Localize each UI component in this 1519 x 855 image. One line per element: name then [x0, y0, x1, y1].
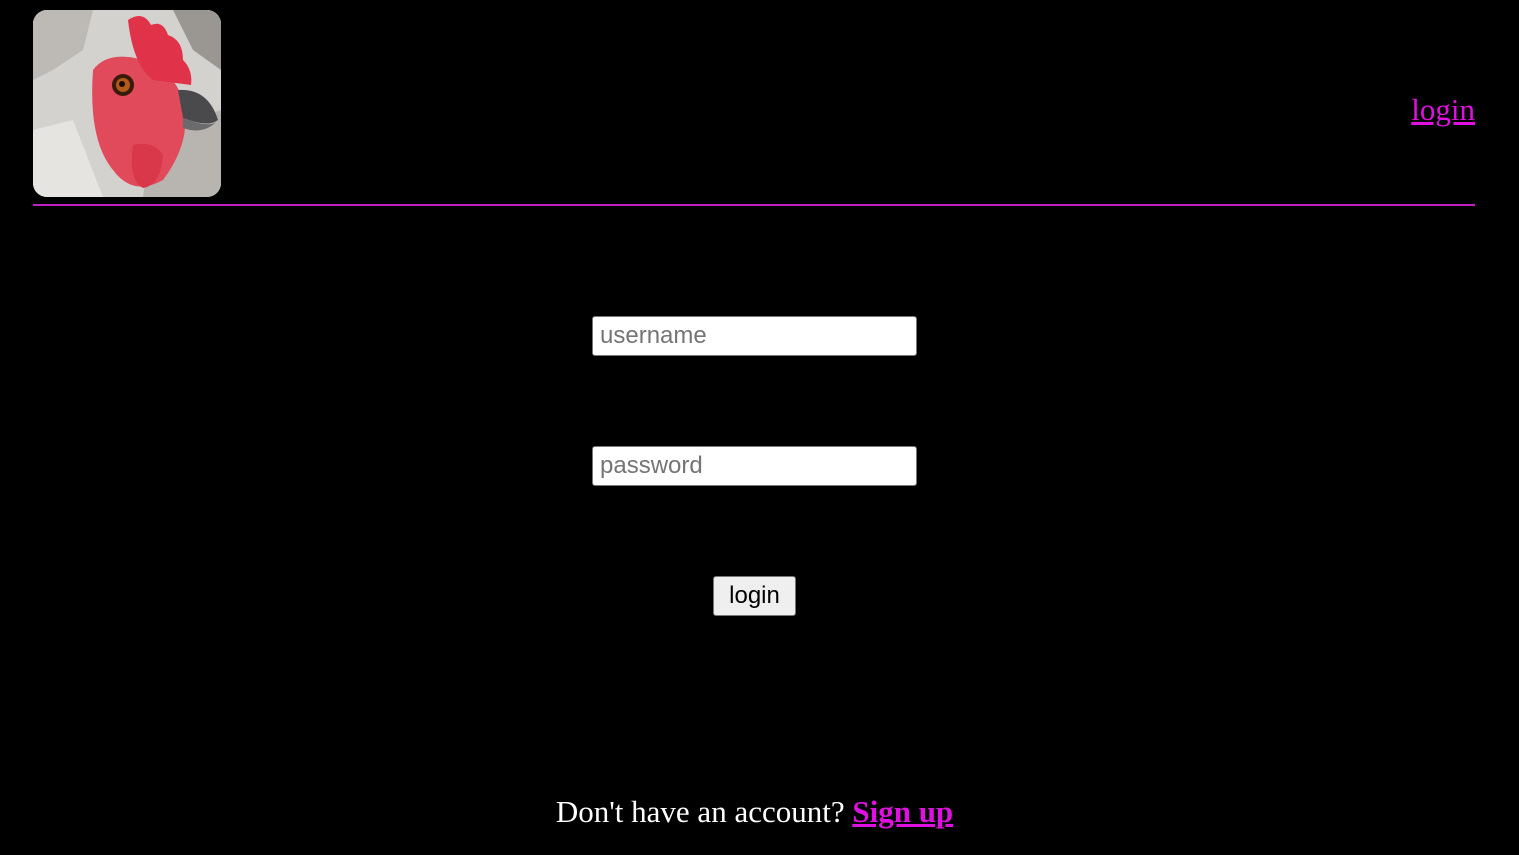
nav-login-link[interactable]: login — [1411, 92, 1475, 128]
signup-link[interactable]: Sign up — [852, 794, 953, 829]
login-submit-button[interactable]: login — [713, 576, 796, 616]
password-input[interactable] — [592, 446, 917, 486]
signup-prompt-line: Don't have an account? Sign up — [0, 794, 1509, 830]
username-input[interactable] — [592, 316, 917, 356]
chicken-logo-image — [33, 10, 221, 197]
signup-prompt-text: Don't have an account? — [555, 794, 853, 829]
header-divider — [33, 204, 1475, 206]
chicken-head-icon — [33, 10, 221, 197]
